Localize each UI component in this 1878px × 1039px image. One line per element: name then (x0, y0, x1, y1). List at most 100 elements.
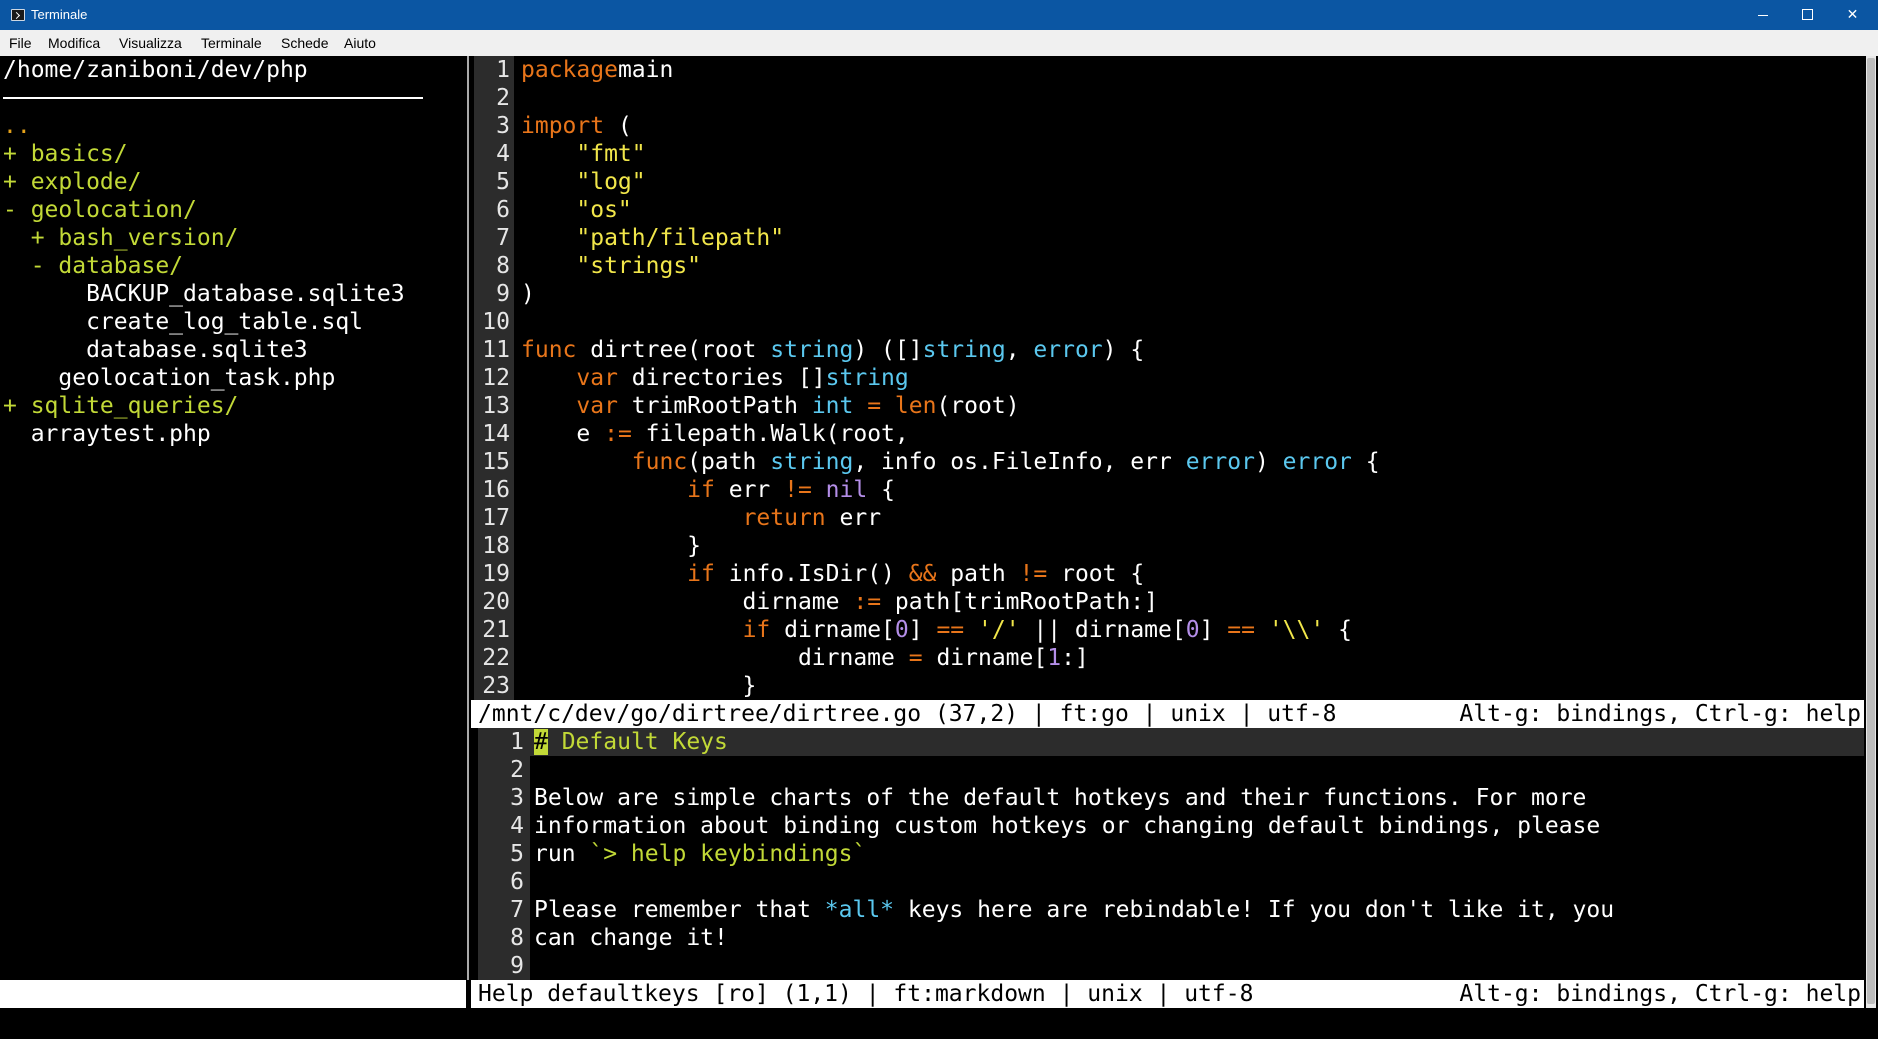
code-token: error (1185, 449, 1255, 475)
code-line[interactable]: packagemain (521, 56, 1384, 84)
file-tree-item[interactable]: + bash_version/ (3, 224, 405, 252)
file-tree-item[interactable]: - database/ (3, 252, 405, 280)
terminal-app-icon (11, 9, 25, 21)
file-tree-item[interactable]: create_log_table.sql (3, 308, 405, 336)
code-line[interactable]: "fmt" (521, 140, 1384, 168)
code-token: "path/filepath" (576, 225, 785, 251)
code-line[interactable]: import ( (521, 112, 1384, 140)
code-token: = (853, 393, 882, 419)
code-line[interactable]: } (521, 672, 1384, 700)
file-tree-item[interactable]: .. (3, 112, 405, 140)
code-line[interactable]: "path/filepath" (521, 224, 1384, 252)
help-line[interactable]: Please remember that *all* keys here are… (534, 896, 1618, 924)
file-tree-item[interactable]: BACKUP_database.sqlite3 (3, 280, 405, 308)
file-tree-item[interactable]: database.sqlite3 (3, 336, 405, 364)
menu-terminale[interactable]: Terminale (201, 35, 262, 51)
code-line[interactable] (521, 84, 1384, 112)
code-line[interactable]: var trimRootPath int = len(root) (521, 392, 1384, 420)
code-lines[interactable]: packagemain import ( "fmt" "log" "os" "pa… (521, 56, 1384, 700)
menu-aiuto[interactable]: Aiuto (344, 35, 376, 51)
code-line[interactable]: "strings" (521, 252, 1384, 280)
help-line[interactable] (534, 756, 1618, 784)
help-line[interactable] (534, 868, 1618, 896)
code-token: dirtree(root (576, 337, 771, 363)
file-tree-item[interactable]: geolocation_task.php (3, 364, 405, 392)
help-line[interactable]: information about binding custom hotkeys… (534, 812, 1618, 840)
code-line[interactable]: e := filepath.Walk(root, (521, 420, 1384, 448)
code-token: string (825, 365, 909, 391)
code-token: if (687, 561, 715, 587)
code-token: var (576, 365, 618, 391)
file-manager-pane[interactable]: /home/zaniboni/dev/php .. + basics/+ expl… (0, 56, 466, 980)
minimize-button[interactable] (1740, 0, 1785, 30)
file-tree-item[interactable]: + explode/ (3, 168, 405, 196)
code-line-number: 21 (482, 617, 510, 643)
help-line-number: 7 (510, 897, 524, 923)
code-token: root { (1047, 561, 1145, 587)
code-line[interactable] (521, 308, 1384, 336)
code-token: (root) (936, 393, 1020, 419)
code-line[interactable]: ) (521, 280, 1384, 308)
close-button[interactable]: ✕ (1830, 0, 1875, 30)
code-editor-pane[interactable]: 1 2 3 4 5 6 7 8 9 10 11 12 13 14 15 16 17 18 19 20 21 22 23 pa… (474, 56, 1864, 700)
help-line[interactable]: # Default Keys (534, 728, 1618, 756)
code-line[interactable]: if err != nil { (521, 476, 1384, 504)
menu-file[interactable]: File (9, 35, 32, 51)
help-line[interactable]: can change it! (534, 924, 1618, 952)
scrollbar[interactable] (1866, 56, 1876, 1008)
code-line[interactable]: func dirtree(root string) ([]string, err… (521, 336, 1384, 364)
help-line[interactable] (534, 952, 1618, 980)
file-manager-status-bar: filemanager (0, 980, 466, 1035)
code-token: (path (687, 449, 771, 475)
file-tree-item[interactable]: + sqlite_queries/ (3, 392, 405, 420)
code-line-number: 8 (496, 253, 510, 279)
code-line[interactable]: } (521, 532, 1384, 560)
help-line-number: 2 (510, 757, 524, 783)
code-line-number: 4 (496, 141, 510, 167)
code-line[interactable]: func(path string, info os.FileInfo, err … (521, 448, 1384, 476)
code-line[interactable]: var directories []string (521, 364, 1384, 392)
file-tree-item[interactable]: arraytest.php (3, 420, 405, 448)
menu-modifica[interactable]: Modifica (48, 35, 100, 51)
help-line[interactable]: Below are simple charts of the default h… (534, 784, 1618, 812)
code-line[interactable]: if info.IsDir() && path != root { (521, 560, 1384, 588)
help-line[interactable]: run `> help keybindings` (534, 840, 1618, 868)
help-lines[interactable]: # Default Keys Below are simple charts of… (534, 728, 1618, 980)
code-token: string (770, 337, 854, 363)
code-line-number: 12 (482, 365, 510, 391)
help-status-bar: Help defaultkeys [ro] (1,1) | ft:markdow… (471, 980, 1864, 1008)
code-token: path (936, 561, 1020, 587)
code-line-number: 11 (482, 337, 510, 363)
code-line[interactable]: "log" (521, 168, 1384, 196)
scrollbar-thumb[interactable] (1867, 58, 1875, 1004)
menu-bar: File Modifica Visualizza Terminale Sched… (0, 30, 1878, 56)
code-token: 0 (894, 617, 909, 643)
code-token: dirname (521, 645, 909, 671)
code-token: { (867, 477, 895, 503)
code-line[interactable]: dirname := path[trimRootPath:] (521, 588, 1384, 616)
maximize-button[interactable] (1785, 0, 1830, 30)
help-token: *all* (824, 897, 895, 923)
menu-visualizza[interactable]: Visualizza (119, 35, 182, 51)
code-line[interactable]: return err (521, 504, 1384, 532)
code-token: != (784, 477, 812, 503)
code-line[interactable]: "os" (521, 196, 1384, 224)
menu-schede[interactable]: Schede (281, 35, 328, 51)
code-line[interactable]: dirname = dirname[1:] (521, 644, 1384, 672)
pane-divider[interactable] (465, 56, 471, 980)
file-tree-item[interactable]: - geolocation/ (3, 196, 405, 224)
help-pane[interactable]: 123456789 # Default Keys Below are simple… (478, 728, 1864, 980)
help-line-number: 3 (510, 785, 524, 811)
file-tree[interactable]: .. + basics/+ explode/- geolocation/ + ba… (3, 112, 405, 448)
code-token: ] (1199, 617, 1228, 643)
terminal-area[interactable]: /home/zaniboni/dev/php .. + basics/+ expl… (0, 56, 1878, 1039)
code-token: '\\' (1254, 617, 1325, 643)
file-tree-item[interactable]: + basics/ (3, 140, 405, 168)
code-line-number: 17 (482, 505, 510, 531)
maximize-icon (1802, 9, 1813, 20)
code-line[interactable]: if dirname[0] == '/' || dirname[0] == '\… (521, 616, 1384, 644)
